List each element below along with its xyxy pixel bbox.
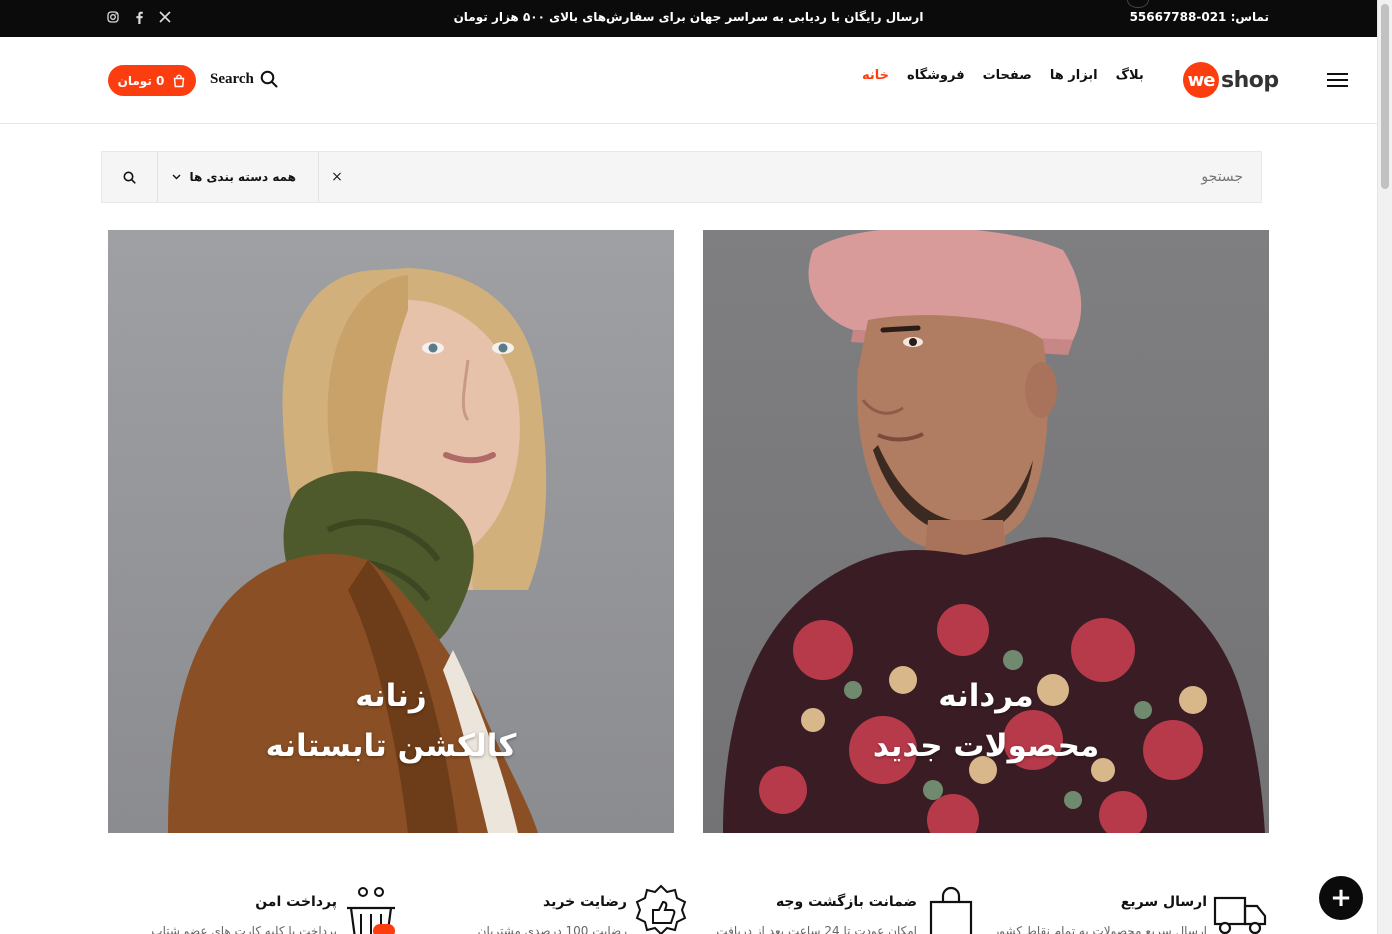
chevron-down-icon: [172, 174, 181, 180]
search-link[interactable]: Search: [210, 70, 278, 88]
logo-mark: we: [1183, 62, 1219, 98]
shopping-bag-icon: [929, 886, 973, 934]
scrollbar[interactable]: [1377, 0, 1392, 934]
nav-item-tools[interactable]: ابزار ها: [1050, 68, 1098, 83]
feature-secure-payment: پرداخت امن پرداخت با کلیه کارت های عضو ش…: [109, 880, 399, 934]
feature-desc: رضایت 100 درصدی مشتریان: [477, 924, 627, 934]
shopping-basket-icon: [347, 887, 395, 934]
search-submit-button[interactable]: [102, 152, 158, 202]
clear-search-button[interactable]: ×: [319, 152, 355, 202]
feature-title: ضمانت بازگشت وجه: [775, 894, 917, 910]
category-select[interactable]: همه دسته بندی ها: [158, 152, 319, 202]
feature-title: رضایت خرید: [543, 894, 627, 910]
feature-desc: ارسال سریع محصولات به تمام نقاط کشور: [993, 924, 1207, 934]
shopping-bag-icon: [174, 74, 185, 87]
feature-satisfaction: رضایت خرید رضایت 100 درصدی مشتریان: [399, 880, 689, 934]
banner-women-caption: زنانه کالکشن تابستانه: [108, 671, 674, 771]
banner-men-subtitle: محصولات جدید: [872, 728, 1100, 764]
contact-phone: تماس: 021-55667788: [1129, 10, 1269, 24]
banner-women[interactable]: زنانه کالکشن تابستانه: [108, 230, 674, 833]
nav-item-shop[interactable]: فروشگاه: [907, 68, 965, 83]
banner-men-caption: مردانه محصولات جدید: [703, 671, 1269, 771]
logo-text: shop: [1221, 67, 1279, 93]
banner-women-title: زنانه: [355, 678, 427, 714]
banner-men[interactable]: مردانه محصولات جدید: [703, 230, 1269, 833]
feature-title: ارسال سریع: [1120, 894, 1207, 910]
nav-item-blog[interactable]: بلاگ: [1116, 68, 1144, 83]
category-select-value: همه دسته بندی ها: [189, 170, 296, 184]
banner-men-title: مردانه: [938, 678, 1034, 714]
nav-item-home[interactable]: خانه: [862, 68, 889, 83]
features-row: ارسال سریع ارسال سریع محصولات به تمام نق…: [108, 880, 1269, 934]
menu-icon[interactable]: [1327, 73, 1348, 87]
search-icon: [123, 171, 136, 184]
cart-button[interactable]: 0 تومان: [108, 65, 196, 96]
site-logo[interactable]: we shop: [1183, 62, 1279, 98]
feature-money-back: ضمانت بازگشت وجه امکان عودت تا 24 ساعت ب…: [689, 880, 979, 934]
search-icon: [260, 70, 278, 88]
main-nav: خانه فروشگاه صفحات ابزار ها بلاگ: [862, 68, 1144, 83]
feature-title: پرداخت امن: [255, 894, 337, 910]
truck-icon: [1213, 896, 1267, 934]
cart-total: 0 تومان: [117, 73, 165, 88]
feature-desc: پرداخت با کلیه کارت های عضو شتاب: [151, 924, 337, 934]
search-input[interactable]: [355, 152, 1261, 202]
feature-fast-shipping: ارسال سریع ارسال سریع محصولات به تمام نق…: [979, 880, 1269, 934]
nav-item-pages[interactable]: صفحات: [983, 68, 1032, 83]
feature-desc: امکان عودت تا 24 ساعت بعد از دریافت: [716, 924, 917, 934]
search-label: Search: [210, 70, 254, 87]
top-bar: ارسال رایگان با ردیابی به سراسر جهان برا…: [0, 0, 1377, 37]
product-search-bar: همه دسته بندی ها ×: [101, 151, 1262, 203]
banner-women-subtitle: کالکشن تابستانه: [265, 728, 517, 764]
thumbs-up-badge-icon: [635, 884, 687, 934]
floating-add-button[interactable]: +: [1319, 876, 1363, 920]
scrollbar-thumb[interactable]: [1381, 4, 1389, 189]
site-header: 0 تومان Search خانه فروشگاه صفحات ابزار …: [0, 37, 1377, 124]
collapse-handle-icon[interactable]: [1127, 0, 1149, 8]
